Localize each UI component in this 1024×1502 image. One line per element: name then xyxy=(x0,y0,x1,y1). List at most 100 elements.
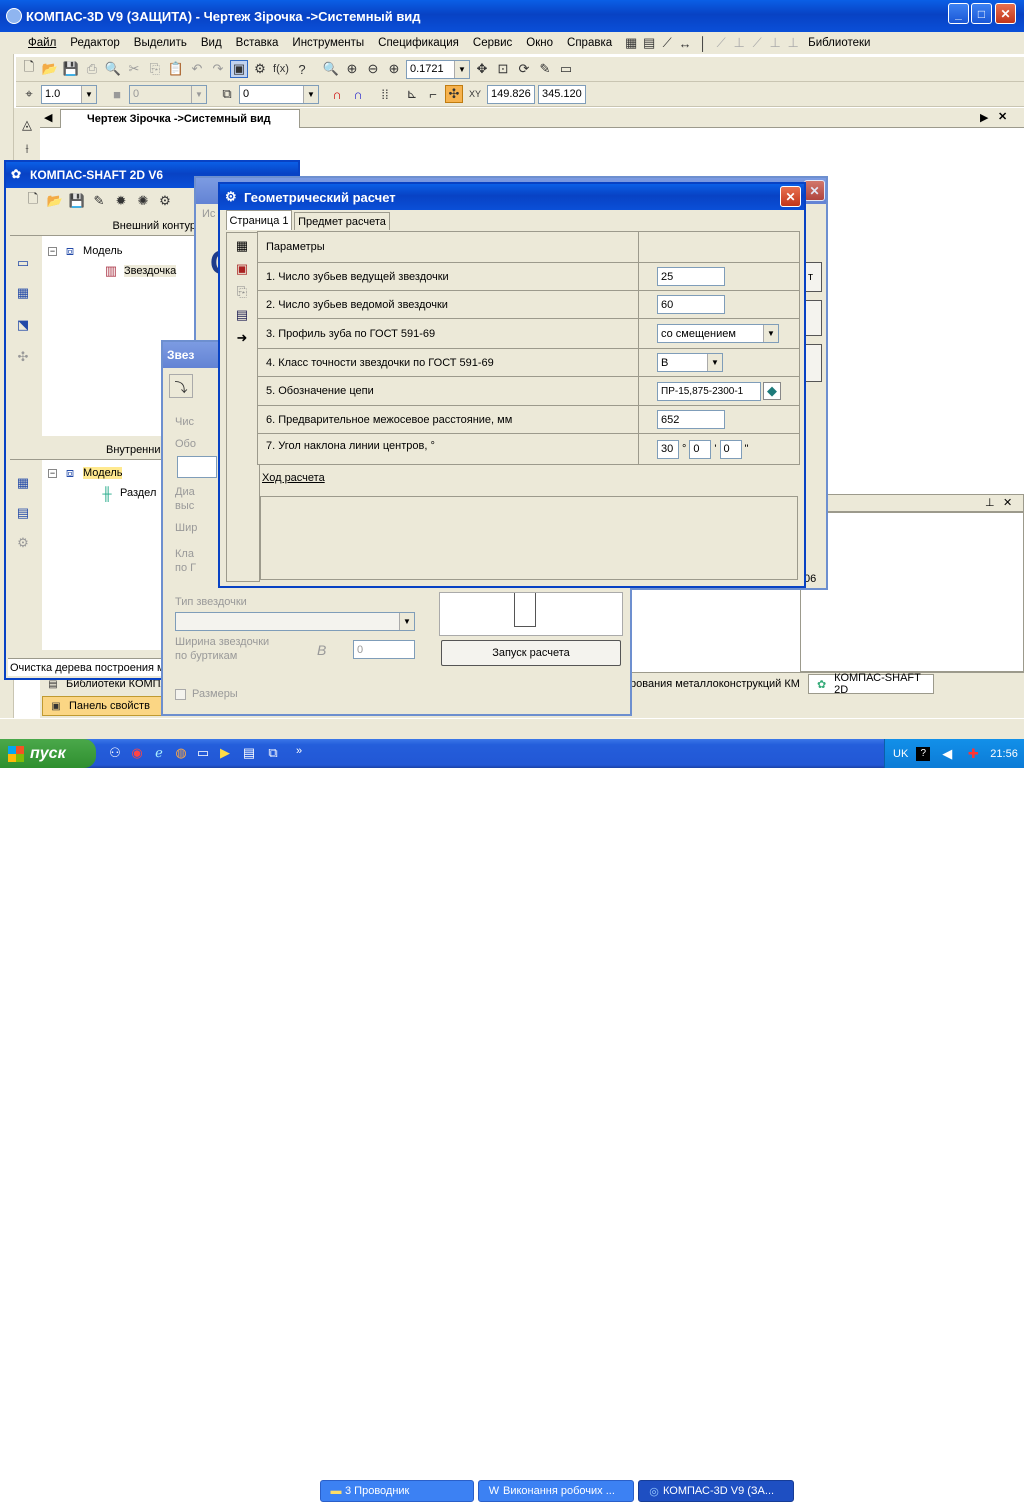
quicklaunch-firefox-icon[interactable]: ◍ xyxy=(172,744,190,762)
sprocket-icon[interactable]: ✺ xyxy=(134,192,152,210)
menu-view[interactable]: Вид xyxy=(201,37,222,49)
menu-select[interactable]: Выделить xyxy=(134,37,187,49)
tab-shaft-2d[interactable]: ✿ КОМПАС-SHAFT 2D xyxy=(808,672,934,696)
cut-icon[interactable]: ✂ xyxy=(125,60,143,78)
sprocket-tool-icon[interactable]: ⤵ xyxy=(169,374,193,398)
zoom-window-icon[interactable]: 🔍 xyxy=(322,60,340,78)
hatch-icon[interactable]: ▦ xyxy=(14,284,32,302)
snap-icon-1[interactable]: ⟋ xyxy=(712,34,730,52)
taskbar-item-kompas[interactable]: ◎ КОМПАС-3D V9 (ЗА... xyxy=(638,1480,794,1502)
properties-icon[interactable]: ▣ xyxy=(230,60,248,78)
paste-icon[interactable]: 📋 xyxy=(167,60,185,78)
taskbar-item-explorer[interactable]: ▬ 3 Проводник xyxy=(320,1480,474,1502)
tree-row[interactable]: − ⧈ Модель xyxy=(48,464,123,482)
snap-icon-4[interactable]: ⊥ xyxy=(766,34,784,52)
expand-icon[interactable]: − xyxy=(48,468,57,478)
tab-drawing[interactable]: Чертеж Зірочка ->Системный вид xyxy=(60,109,300,128)
quicklaunch-opera-icon[interactable]: ◉ xyxy=(128,744,146,762)
center-distance-field[interactable]: 652 xyxy=(657,410,725,429)
expand-icon[interactable]: − xyxy=(48,246,57,256)
language-indicator[interactable]: UK xyxy=(893,748,908,760)
snap-icon-3[interactable]: ⟋ xyxy=(748,34,766,52)
pan-icon[interactable]: ✥ xyxy=(473,60,491,78)
minimize-button[interactable]: _ xyxy=(948,3,969,24)
monitor-icon[interactable]: ▭ xyxy=(557,60,575,78)
table-icon[interactable]: ▦ xyxy=(622,34,640,52)
line-arrow-icon[interactable]: ↔ xyxy=(676,34,694,52)
function-icon[interactable]: f(x) xyxy=(272,60,290,78)
angle-degrees-field[interactable]: 30 xyxy=(657,439,679,459)
redo-icon[interactable]: ↷ xyxy=(209,60,227,78)
menu-tools[interactable]: Инструменты xyxy=(292,37,364,49)
save-results-icon[interactable]: ▣ xyxy=(232,259,252,279)
copy-icon[interactable]: ⎘ xyxy=(146,60,164,78)
zoom-combo[interactable]: 0.1721 ▼ xyxy=(406,59,470,79)
coord-y-field[interactable]: 345.120 xyxy=(538,84,586,104)
antivirus-icon[interactable]: ✚ xyxy=(964,745,982,763)
zoom-in-icon[interactable]: ⊕ xyxy=(343,60,361,78)
calculator-icon[interactable]: ▦ xyxy=(232,236,252,256)
bg-dialog-tab[interactable]: Ис xyxy=(202,208,215,220)
undo-icon[interactable]: ↶ xyxy=(188,60,206,78)
book-icon[interactable]: ◆ xyxy=(763,382,781,400)
menu-help[interactable]: Справка xyxy=(567,37,612,49)
export-icon[interactable]: ➜ xyxy=(232,328,252,348)
chamfer-icon[interactable]: ⬔ xyxy=(14,316,32,334)
vertical-line-icon[interactable]: │ xyxy=(694,34,712,52)
gear-shape-icon[interactable]: ⚙ xyxy=(14,534,32,552)
faint-field[interactable] xyxy=(177,456,217,478)
doc-close-icon[interactable]: ✕ xyxy=(998,110,1007,123)
quicklaunch-doc-icon[interactable]: ▤ xyxy=(240,744,258,762)
print-icon[interactable]: ⎙ xyxy=(83,60,101,78)
grid-icon[interactable]: ▤ xyxy=(640,34,658,52)
preview-icon[interactable]: 🔍 xyxy=(104,60,122,78)
tab-scroll-left[interactable]: ◀ xyxy=(44,111,52,124)
split-icon[interactable]: ✣ xyxy=(14,348,32,366)
hatch-icon[interactable]: ▤ xyxy=(14,504,32,522)
start-button[interactable]: пуск xyxy=(0,739,96,768)
sun-gear-icon[interactable]: ✹ xyxy=(112,192,130,210)
accuracy-class-select[interactable]: В ▼ xyxy=(657,353,723,372)
tab-page-1[interactable]: Страница 1 xyxy=(226,210,292,230)
menu-file[interactable]: Файл xyxy=(28,37,56,49)
tab-calc-subject[interactable]: Предмет расчета xyxy=(294,212,390,230)
panel-close-icon[interactable]: ✕ xyxy=(1003,496,1012,509)
dimension-line-icon[interactable]: ⟋ xyxy=(658,34,676,52)
menu-libraries[interactable]: Библиотеки xyxy=(808,37,870,49)
teeth-driving-field[interactable]: 25 xyxy=(657,267,725,286)
sizes-checkbox[interactable] xyxy=(175,688,186,700)
dimension-icon[interactable]: ⟊ xyxy=(18,140,36,158)
geom-dialog-close-button[interactable]: ✕ xyxy=(780,186,801,207)
contour-icon[interactable]: ▭ xyxy=(14,254,32,272)
menu-window[interactable]: Окно xyxy=(526,37,553,49)
zoom-out-icon[interactable]: ⊖ xyxy=(364,60,382,78)
open-folder-icon[interactable]: 📂 xyxy=(46,192,64,210)
tree-row[interactable]: − ⧈ Модель xyxy=(48,242,122,260)
manager-icon[interactable]: ⚙ xyxy=(251,60,269,78)
scale-combo[interactable]: 1.0 ▼ xyxy=(41,84,97,104)
coord-x-field[interactable]: 149.826 xyxy=(487,84,535,104)
tree-row[interactable]: ▥ Звездочка xyxy=(102,262,177,280)
settings-icon[interactable]: ⚙ xyxy=(156,192,174,210)
tree-row[interactable]: ╫ Раздел xyxy=(98,484,156,502)
quicklaunch-chevron[interactable]: » xyxy=(296,745,302,757)
menu-specification[interactable]: Спецификация xyxy=(378,37,459,49)
magnet-icon[interactable]: ∩ xyxy=(328,85,346,103)
snap-icon-2[interactable]: ⊥ xyxy=(730,34,748,52)
quicklaunch-desktop-icon[interactable]: ▭ xyxy=(194,744,212,762)
contour-icon[interactable]: ▦ xyxy=(14,474,32,492)
copy-icon[interactable]: ⎘ xyxy=(232,282,252,302)
style-icon[interactable]: ⧉ xyxy=(218,85,236,103)
bg-dialog-close-button[interactable]: ✕ xyxy=(804,180,825,201)
menu-service[interactable]: Сервис xyxy=(473,37,512,49)
pin-icon[interactable]: ⊥ xyxy=(985,496,995,509)
tooth-profile-select[interactable]: со смещением ▼ xyxy=(657,324,779,343)
layer-icon[interactable]: ■ xyxy=(108,85,126,103)
new-document-icon[interactable]: 🗋 xyxy=(24,191,42,210)
calc-progress-link[interactable]: Ход расчета xyxy=(262,472,325,484)
save-icon[interactable]: 💾 xyxy=(62,60,80,78)
ortho-icon[interactable]: ⊾ xyxy=(403,85,421,103)
maximize-button[interactable]: □ xyxy=(971,3,992,24)
close-button[interactable]: ✕ xyxy=(995,3,1016,24)
grid-dots-icon[interactable]: ⁞⁞ xyxy=(376,85,394,103)
